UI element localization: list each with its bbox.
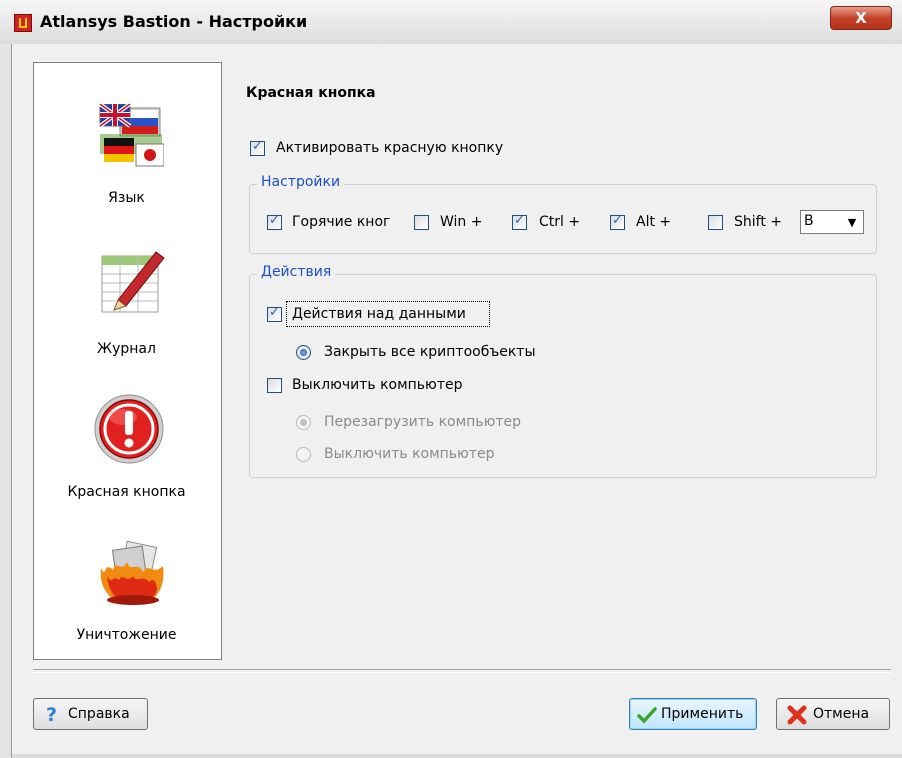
hotkey-label[interactable]: Горячие кног [292,214,390,230]
settings-group-title: Настройки [257,174,345,190]
data-actions-label[interactable]: Действия над данными [292,306,466,322]
red-alert-icon[interactable] [93,393,165,465]
restart-radio[interactable] [296,415,311,430]
actions-group-title: Действия [257,264,336,280]
poweroff-radio[interactable] [296,447,311,462]
window-title: Atlansys Bastion - Настройки [40,12,308,31]
ctrl-checkbox[interactable] [512,213,527,230]
journal-pen-icon[interactable] [100,248,166,314]
close-button[interactable]: X [830,6,892,30]
sidebar-item-red-button[interactable]: Красная кнопка [33,484,220,500]
sidebar-item-journal[interactable]: Журнал [33,341,220,357]
section-heading: Красная кнопка [246,85,376,101]
win-checkbox[interactable] [414,215,429,230]
hotkey-key-select[interactable]: B ▼ [800,210,864,234]
help-button-label: Справка [68,706,130,722]
hotkey-checkbox[interactable] [267,213,282,230]
app-logo-icon [14,14,32,32]
apply-button-label: Применить [661,706,744,722]
sidebar-item-destroy[interactable]: Уничтожение [33,627,220,643]
help-button[interactable]: ? Справка [33,698,148,730]
checkmark-icon [637,705,657,725]
shutdown-checkbox[interactable] [267,378,282,393]
hotkey-key-value: B [804,213,814,229]
alt-checkbox[interactable] [610,213,625,230]
window-frame-left [0,44,12,758]
activate-red-button-label[interactable]: Активировать красную кнопку [276,140,503,156]
window-frame-bottom [12,754,902,758]
fire-documents-icon[interactable] [97,540,169,606]
shutdown-label[interactable]: Выключить компьютер [292,377,463,393]
apply-button[interactable]: Применить [629,698,757,730]
ctrl-label[interactable]: Ctrl + [539,214,580,230]
help-question-icon: ? [42,704,62,726]
data-actions-checkbox[interactable] [267,305,282,322]
restart-label[interactable]: Перезагрузить компьютер [324,414,521,430]
poweroff-label[interactable]: Выключить компьютер [324,446,495,462]
close-crypto-radio[interactable] [296,345,311,360]
cancel-button-label: Отмена [813,706,870,722]
shift-checkbox[interactable] [708,215,723,230]
separator-line [33,669,891,673]
sidebar-item-language[interactable]: Язык [33,190,220,206]
cancel-button[interactable]: Отмена [776,698,890,730]
close-crypto-label[interactable]: Закрыть все криптообъекты [324,344,536,360]
svg-text:?: ? [46,704,57,724]
win-label[interactable]: Win + [440,214,482,230]
chevron-down-icon[interactable]: ▼ [844,215,860,231]
red-x-icon [787,705,807,725]
activate-red-button-checkbox[interactable] [250,139,265,156]
alt-label[interactable]: Alt + [636,214,671,230]
shift-label[interactable]: Shift + [734,214,782,230]
flags-icon[interactable] [98,102,165,170]
